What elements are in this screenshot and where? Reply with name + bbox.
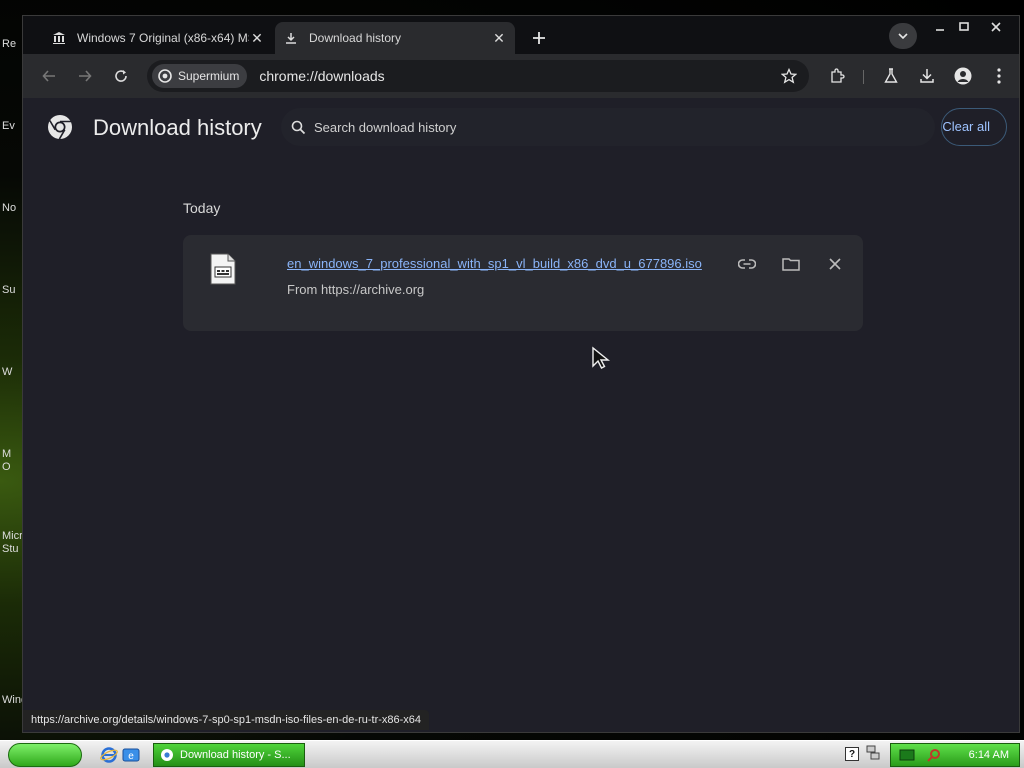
search-downloads[interactable] [281, 108, 935, 146]
tab-title: Windows 7 Original (x86-x64) MSDN [77, 31, 249, 45]
download-icon [920, 69, 934, 83]
tab-title: Download history [309, 31, 402, 45]
menu-button[interactable] [987, 64, 1011, 88]
avatar-icon [954, 67, 972, 85]
chevron-down-icon [898, 33, 908, 39]
desktop-icon-label[interactable]: Micro [2, 530, 24, 542]
system-tray: 6:14 AM [890, 743, 1020, 767]
search-icon [291, 120, 306, 134]
page-header: Download history Clear all [23, 98, 1019, 154]
site-chip-label: Supermium [178, 69, 240, 83]
close-tab-icon[interactable]: ✕ [249, 30, 265, 46]
page-title: Download history [93, 115, 262, 140]
search-input[interactable] [314, 119, 874, 135]
help-icon[interactable]: ? [845, 747, 859, 761]
desktop-icon-label[interactable]: M [2, 448, 24, 460]
back-button[interactable] [37, 64, 61, 88]
bookmark-star-icon[interactable] [781, 68, 797, 84]
reload-icon [115, 70, 127, 82]
chrome-icon [158, 69, 172, 83]
download-icon [283, 30, 299, 46]
tab-download-history[interactable]: Download history ✕ [275, 22, 515, 54]
tray-app-icon[interactable] [899, 748, 915, 762]
extensions-button[interactable] [825, 64, 849, 88]
close-icon [829, 258, 841, 270]
remove-from-list-button[interactable] [823, 252, 847, 276]
show-in-folder-button[interactable] [779, 252, 803, 276]
forward-arrow-icon [79, 70, 92, 82]
link-icon [738, 259, 756, 269]
desktop-icon-label[interactable]: Su [2, 284, 24, 296]
clock[interactable]: 6:14 AM [969, 749, 1009, 761]
network-icon[interactable] [866, 745, 880, 761]
kebab-menu-icon [997, 68, 1001, 84]
toolbar-separator [863, 70, 864, 84]
search-icon[interactable] [927, 748, 941, 762]
desktop-icon-label[interactable]: W [2, 366, 24, 378]
tab-strip: Windows 7 Original (x86-x64) MSDN ✕ Down… [23, 16, 1019, 54]
status-bar-url: https://archive.org/details/windows-7-sp… [23, 710, 430, 730]
download-filename-link[interactable]: en_windows_7_professional_with_sp1_vl_bu… [287, 256, 702, 271]
browser-quicklaunch-icon[interactable]: e [122, 746, 140, 764]
start-button[interactable] [8, 743, 82, 767]
desktop-icon-label[interactable]: Ev [2, 120, 24, 132]
clear-all-button[interactable]: Clear all [941, 108, 1007, 146]
omnibox[interactable]: Supermium chrome://downloads [147, 60, 809, 92]
chrome-logo-icon [48, 115, 72, 140]
puzzle-icon [831, 68, 845, 83]
browser-window: Windows 7 Original (x86-x64) MSDN ✕ Down… [22, 15, 1020, 733]
file-iso-icon [210, 253, 236, 285]
desktop-icon-label[interactable]: O [2, 461, 24, 473]
download-item: en_windows_7_professional_with_sp1_vl_bu… [183, 235, 863, 331]
mouse-cursor-icon [592, 346, 610, 369]
folder-icon [782, 258, 800, 271]
back-arrow-icon [42, 70, 55, 82]
url-text[interactable]: chrome://downloads [259, 68, 384, 84]
download-source: From https://archive.org [287, 282, 425, 297]
downloads-page: Download history Clear all Today en_wind… [23, 98, 1019, 712]
forward-button[interactable] [73, 64, 97, 88]
close-window-button[interactable] [983, 18, 1009, 36]
internet-explorer-icon[interactable] [100, 746, 118, 764]
site-info-chip[interactable]: Supermium [152, 64, 248, 88]
flask-icon [884, 68, 898, 83]
maximize-button[interactable] [951, 18, 977, 36]
library-icon [51, 30, 67, 46]
date-group-heading: Today [183, 200, 221, 216]
desktop-icon-label[interactable]: Stu [2, 543, 24, 555]
chrome-icon [161, 749, 173, 761]
copy-link-button[interactable] [735, 252, 759, 276]
taskbar-window-label: Download history - S... [180, 749, 291, 761]
close-tab-icon[interactable]: ✕ [491, 30, 507, 46]
tab-search-button[interactable] [889, 23, 917, 49]
downloads-button[interactable] [915, 64, 939, 88]
desktop-icon-label[interactable]: Wind [2, 694, 24, 706]
tab-windows7-archive[interactable]: Windows 7 Original (x86-x64) MSDN ✕ [43, 22, 273, 54]
profile-button[interactable] [951, 64, 975, 88]
svg-text:e: e [128, 751, 134, 762]
desktop-icon-label[interactable]: No [2, 202, 24, 214]
browser-toolbar: Supermium chrome://downloads [23, 54, 1019, 98]
minimize-button[interactable] [927, 18, 953, 36]
taskbar-window-button[interactable]: Download history - S... [153, 743, 305, 767]
new-tab-button[interactable] [527, 26, 551, 50]
desktop-icon-label[interactable]: Re [2, 38, 24, 50]
labs-button[interactable] [879, 64, 903, 88]
taskbar: e Download history - S... ? 6:14 AM [0, 740, 1024, 768]
reload-button[interactable] [109, 64, 133, 88]
